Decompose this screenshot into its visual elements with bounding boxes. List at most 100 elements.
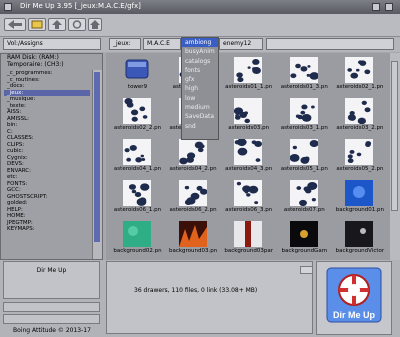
file-icon-item[interactable]: asteroids05_1.pn [277, 135, 332, 176]
file-name: asteroids04_1.pn [113, 166, 162, 172]
file-icon-item[interactable]: tower9 [110, 53, 165, 94]
file-icon-item[interactable]: asteroids07.pn [277, 176, 332, 217]
file-icon-item[interactable]: asteroids03.pn [221, 94, 276, 135]
file-icon-item[interactable]: background03par [221, 217, 276, 258]
left-scroll-thumb[interactable] [94, 72, 100, 242]
file-icon-item[interactable]: asteroids01_1.pn [221, 53, 276, 94]
drawer-icon [31, 20, 43, 29]
file-icon-item[interactable]: asteroids04_2.pn [166, 135, 221, 176]
file-icon-item[interactable]: asteroids06_3.pn [221, 176, 276, 217]
zoom-icon[interactable] [385, 3, 393, 11]
file-icon-item[interactable]: backgroundGam [277, 217, 332, 258]
file-icon-item[interactable]: asteroids03_2.pn [332, 94, 387, 135]
asteroid-icon [345, 57, 374, 83]
asteroid-icon [178, 139, 207, 165]
file-icon-item[interactable]: asteroids06_2.pn [166, 176, 221, 217]
back-button[interactable] [4, 18, 26, 31]
info-field-2 [3, 314, 100, 324]
credit-text: Boing Attitude © 2013-17 [13, 327, 91, 334]
crumb-enemy12[interactable]: enemy12 [219, 38, 263, 50]
drawer-button[interactable] [28, 18, 46, 31]
dropdown-option[interactable]: catalogs [182, 57, 218, 66]
file-name: asteroids06_2.pn [169, 207, 217, 213]
file-name: asteroids04_2.pn [169, 166, 217, 172]
file-icon-item[interactable]: background02.pn [110, 217, 165, 258]
arrow-left-icon [8, 20, 22, 29]
info-toggle-button[interactable] [300, 266, 313, 274]
dropdown-option[interactable]: gfx [182, 75, 218, 84]
file-grid: tower9asteroids01.pnasteroids01_1.pnaste… [110, 53, 388, 260]
dir-me-up-logo: Dir Me Up [316, 261, 392, 335]
volume-list-panel: RAM Disk: (RAM:) Temporaire: (CH3:) _c_p… [0, 53, 103, 260]
file-icon-item[interactable]: asteroids04_3.pn [221, 135, 276, 176]
dropdown-option[interactable]: low [182, 94, 218, 103]
file-icon-item[interactable]: asteroids04_1.pn [110, 135, 165, 176]
window-title: Dir Me Up 3.95 [_jeux:M.A.C.E/gfx] [20, 2, 141, 10]
refresh-button[interactable] [68, 18, 86, 31]
dropdown-option[interactable]: SaveData [182, 112, 218, 121]
refresh-icon [72, 20, 82, 29]
asteroid-icon [123, 98, 151, 124]
file-icon-item[interactable]: asteroids05_2.pn [332, 135, 387, 176]
asteroid-icon [234, 98, 263, 124]
file-icon-item[interactable]: background01.pn [332, 176, 387, 217]
crumb-mace[interactable]: M.A.C.E [143, 38, 181, 50]
toolbar [0, 14, 400, 37]
dropdown-option[interactable]: ambiong [182, 38, 218, 48]
volume-selector[interactable]: Vol:/Assigns [3, 38, 101, 50]
dropdown-option[interactable]: snd [182, 122, 218, 131]
file-icon-item[interactable]: asteroids02_2.pn [110, 94, 165, 135]
file-icon-item[interactable]: asteroids02_1.pn [332, 53, 387, 94]
file-icon-item[interactable]: backgroundVictor [332, 217, 387, 258]
file-icon-item[interactable]: background03.pn [166, 217, 221, 258]
parent-button[interactable] [48, 18, 66, 31]
assign-item[interactable]: KEYMAPS: [4, 226, 90, 233]
home-button[interactable] [88, 18, 102, 31]
file-name: asteroids03.pn [228, 125, 270, 131]
main-scrollbar[interactable] [390, 53, 400, 260]
bg-stripes-icon [234, 221, 263, 247]
asteroid-icon [345, 98, 374, 125]
dropdown-option[interactable]: high [182, 84, 218, 93]
assign-list: _c_programmes: _c_routines: _docs: _jeux: _m… [4, 70, 90, 259]
asteroid-icon [178, 180, 208, 206]
depth-icon[interactable] [372, 3, 380, 11]
file-name: asteroids04_3.pn [225, 166, 273, 172]
close-icon[interactable] [4, 3, 12, 11]
left-scrollbar[interactable] [92, 70, 102, 259]
summary-text: 36 drawers, 110 files, 0 link (33.08+ MB… [134, 287, 258, 294]
file-name: asteroids06_3.pn [225, 207, 273, 213]
bg-fire-icon [178, 221, 207, 247]
file-name: asteroids02_1.pn [336, 84, 384, 90]
summary-box: 36 drawers, 110 files, 0 link (33.08+ MB… [106, 261, 313, 334]
file-icon-item[interactable]: asteroids06_1.pn [110, 176, 165, 217]
logo-text: Dir Me Up [333, 310, 376, 320]
file-name: asteroids02_2.pn [113, 125, 162, 131]
file-name: asteroids06_1.pn [113, 207, 162, 213]
asteroid-icon [289, 180, 318, 207]
dropdown-option[interactable]: fonts [182, 66, 218, 75]
asteroid-icon [289, 139, 319, 165]
asteroid-icon [289, 98, 318, 124]
file-icon-item[interactable]: asteroids03_1.pn [277, 94, 332, 135]
subdir-dropdown[interactable]: ambiong busyAnim catalogs fonts gfx high low me… [181, 37, 219, 140]
ram-disk-label[interactable]: RAM Disk: (RAM:) [1, 54, 102, 61]
asteroid-icon [123, 180, 151, 206]
main-scroll-thumb[interactable] [391, 61, 398, 211]
app-name: Dir Me Up [36, 267, 67, 274]
file-name: asteroids01_1.pn [225, 84, 273, 90]
asteroid-icon [123, 139, 151, 165]
bg-dark2-icon [345, 221, 374, 247]
file-name: backgroundVictor [335, 248, 385, 254]
asteroid-icon [289, 57, 319, 83]
file-icon-item[interactable]: asteroids01_3.pn [277, 53, 332, 94]
crumb-jeux[interactable]: _jeux: [109, 38, 141, 50]
file-name: background03par [224, 248, 274, 254]
title-bar[interactable]: Dir Me Up 3.95 [_jeux:M.A.C.E/gfx] [0, 0, 400, 14]
file-name: tower9 [127, 84, 148, 90]
bg-green-icon [123, 221, 151, 247]
temp-label[interactable]: Temporaire: (CH3:) [1, 61, 102, 68]
status-area: Dir Me Up Boing Attitude © 2013-17 36 dr… [0, 260, 400, 337]
dropdown-option[interactable]: medium [182, 103, 218, 112]
dropdown-option[interactable]: busyAnim [182, 47, 218, 56]
